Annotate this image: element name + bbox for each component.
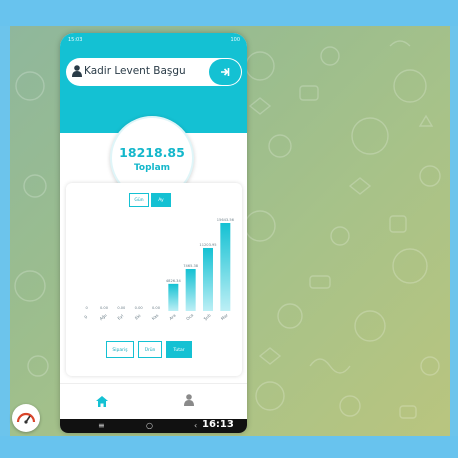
chart-tick-label: Eki <box>134 313 142 321</box>
filter-amount-button[interactable]: Tutar <box>166 341 192 358</box>
chart-tick-label: Mar <box>220 312 229 321</box>
status-bar: 15:03 100 <box>68 36 240 46</box>
chart-data-label: 11203.95 <box>199 243 216 247</box>
profile-icon[interactable] <box>184 394 194 406</box>
chart-tick-label: Eyl <box>116 313 124 321</box>
chart-tick-label: Oca <box>185 312 195 321</box>
screen-frame: 15:03 100 Kadir Levent Başgu 18218.85 To… <box>0 0 458 458</box>
chart-bar <box>220 223 231 311</box>
status-battery: 100 <box>230 37 240 43</box>
chart-data-label: 0.00 <box>100 306 109 310</box>
chart-data-label: 0 <box>86 306 89 310</box>
top-band <box>0 0 458 26</box>
gauge-icon <box>16 412 36 424</box>
chart-data-label: 15643.56 <box>217 218 235 222</box>
home-circle-icon[interactable]: ○ <box>146 421 153 430</box>
back-icon[interactable]: ‹ <box>194 421 197 430</box>
filter-order-button[interactable]: Sipariş <box>106 341 134 358</box>
android-nav-bar: ≡ ○ ‹ 16:13 <box>60 419 247 433</box>
chart-card: Gün Ay 0 0 0.00 Ağu 0.00 Eyl 0.00 Eki 0.00 Kas 482… <box>66 183 242 376</box>
clock-text: 16:13 <box>202 419 234 430</box>
recents-icon[interactable]: ≡ <box>98 421 105 430</box>
phone-screen: 15:03 100 Kadir Levent Başgu 18218.85 To… <box>60 33 247 433</box>
chart-tick-label: Şub <box>203 312 212 321</box>
chart-tick-label: Ağu <box>98 312 108 321</box>
chart-bar <box>203 247 213 311</box>
chart-tick-label: Kas <box>151 313 160 321</box>
chart-data-label: 0.00 <box>135 306 144 310</box>
chart-tick-label: 0 <box>83 314 89 320</box>
logout-icon <box>221 68 230 76</box>
user-name: Kadir Levent Başgu <box>84 65 186 77</box>
bottom-band <box>0 436 458 458</box>
bottom-navigation <box>60 383 247 419</box>
status-time: 15:03 <box>68 37 83 43</box>
total-label: Toplam <box>133 163 171 173</box>
logout-button[interactable] <box>209 59 241 85</box>
chart-data-label: 0.00 <box>117 306 126 310</box>
user-pill[interactable]: Kadir Levent Başgu <box>66 58 242 86</box>
chart-bar <box>168 283 179 311</box>
chart-data-label: 0.00 <box>152 306 161 310</box>
chart-bar <box>185 269 196 311</box>
filter-product-button[interactable]: Ürün <box>138 341 162 358</box>
chart-tick-label: Ara <box>168 312 177 321</box>
chart-data-label: 4826.34 <box>166 279 182 283</box>
home-icon[interactable] <box>96 396 108 407</box>
chart-data-label: 7465.38 <box>183 264 199 268</box>
total-value: 18218.85 <box>119 145 185 160</box>
gauge-button[interactable] <box>12 404 40 432</box>
user-icon <box>72 65 82 77</box>
